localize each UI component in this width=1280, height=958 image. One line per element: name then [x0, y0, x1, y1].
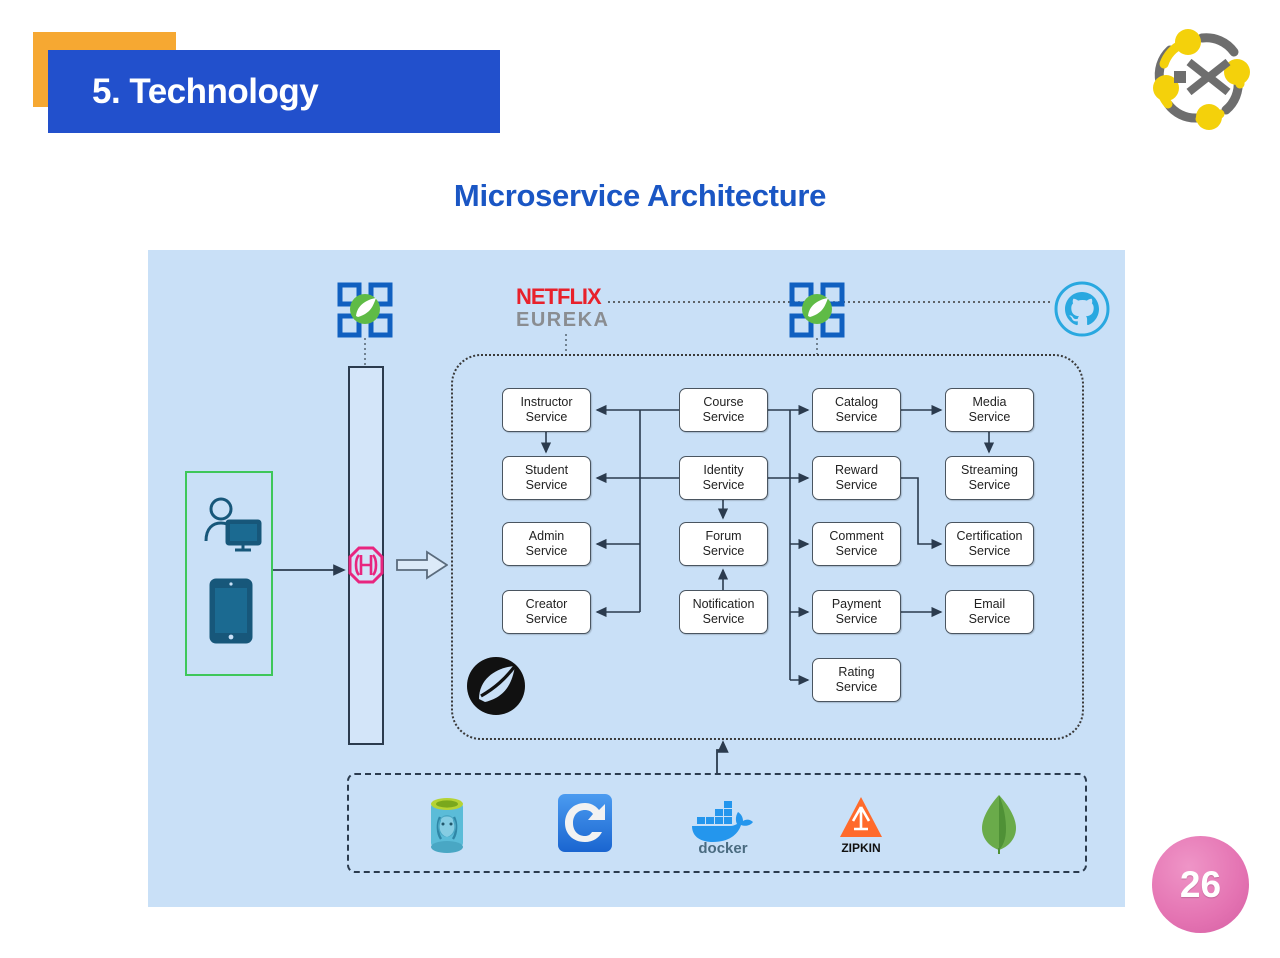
service-name-line2: Service [525, 612, 568, 626]
service-box: Email Service [945, 590, 1034, 634]
service-box: Instructor Service [502, 388, 591, 432]
eureka-product-text: EUREKA [516, 309, 610, 331]
service-box: Certification Service [945, 522, 1034, 566]
client-devices-box [185, 471, 273, 676]
service-name-line1: Student [524, 463, 569, 477]
service-name-line1: Instructor [520, 395, 573, 409]
service-name-line2: Service [525, 478, 568, 492]
service-box: Rating Service [812, 658, 901, 702]
service-name-line1: Catalog [834, 395, 879, 409]
service-name-line2: Service [702, 612, 745, 626]
service-name-line2: Service [835, 680, 878, 694]
user-desktop-icon [201, 495, 263, 553]
service-name-line1: Comment [829, 529, 884, 543]
mongodb-icon [962, 793, 1036, 855]
service-box: Catalog Service [812, 388, 901, 432]
eureka-brand-text: NETFLIX [516, 284, 602, 309]
github-icon [1053, 280, 1111, 338]
service-box: Notification Service [679, 590, 768, 634]
service-box: Creator Service [502, 590, 591, 634]
section-title-text: 5. Technology [92, 71, 319, 111]
service-name-line1: Certification [956, 529, 1023, 543]
service-name-line2: Service [968, 478, 1011, 492]
service-name-line2: Service [525, 544, 568, 558]
service-box: Comment Service [812, 522, 901, 566]
service-name-line1: Payment [831, 597, 882, 611]
spring-boot-icon [465, 655, 527, 717]
service-name-line1: Rating [838, 665, 875, 679]
architecture-diagram-panel: NETFLIX EUREKA Instructor Service Studen… [148, 250, 1125, 907]
service-name-line2: Service [835, 544, 878, 558]
service-name-line2: Service [968, 612, 1011, 626]
spring-cloud-gateway-icon [337, 282, 393, 338]
service-name-line2: Service [702, 410, 745, 424]
service-name-line2: Service [702, 544, 745, 558]
service-name-line2: Service [968, 410, 1011, 424]
spring-cloud-config-icon [789, 282, 845, 338]
service-box: Course Service [679, 388, 768, 432]
netflix-eureka-logo: NETFLIX EUREKA [516, 286, 616, 332]
service-name-line1: Reward [834, 463, 879, 477]
service-name-line1: Email [973, 597, 1006, 611]
postgresql-icon [410, 793, 484, 855]
page-number-text: 26 [1179, 863, 1222, 905]
service-name-line1: Forum [705, 529, 742, 543]
service-box: Reward Service [812, 456, 901, 500]
service-name-line2: Service [835, 612, 878, 626]
service-name-line2: Service [525, 410, 568, 424]
service-box: Media Service [945, 388, 1034, 432]
svg-text:docker: docker [698, 840, 747, 855]
service-box: Payment Service [812, 590, 901, 634]
brand-logo [1142, 20, 1257, 135]
section-title-banner: 5. Technology [48, 50, 500, 133]
tablet-icon [209, 578, 253, 644]
service-name-line1: Creator [525, 597, 568, 611]
service-name-line2: Service [968, 544, 1011, 558]
haproxy-icon [348, 546, 384, 584]
service-name-line1: Streaming [961, 463, 1018, 477]
service-box: Forum Service [679, 522, 768, 566]
service-name-line1: Media [972, 395, 1007, 409]
docker-icon: docker [686, 793, 760, 857]
service-name-line2: Service [835, 478, 878, 492]
zipkin-icon: ZIPKIN [824, 793, 898, 855]
service-name-line2: Service [702, 478, 745, 492]
service-name-line1: Admin [528, 529, 565, 543]
page-number-badge: 26 [1152, 836, 1249, 933]
grafana-icon [548, 793, 622, 855]
service-box: Student Service [502, 456, 591, 500]
svg-text:ZIPKIN: ZIPKIN [841, 841, 880, 855]
service-name-line1: Identity [703, 463, 744, 477]
service-name-line1: Course [703, 395, 744, 409]
request-flow-arrow [396, 550, 449, 580]
page-title: Microservice Architecture [453, 178, 827, 213]
service-box: Identity Service [679, 456, 768, 500]
service-box: Streaming Service [945, 456, 1034, 500]
service-name-line2: Service [835, 410, 878, 424]
service-name-line1: Notification [692, 597, 755, 611]
service-box: Admin Service [502, 522, 591, 566]
